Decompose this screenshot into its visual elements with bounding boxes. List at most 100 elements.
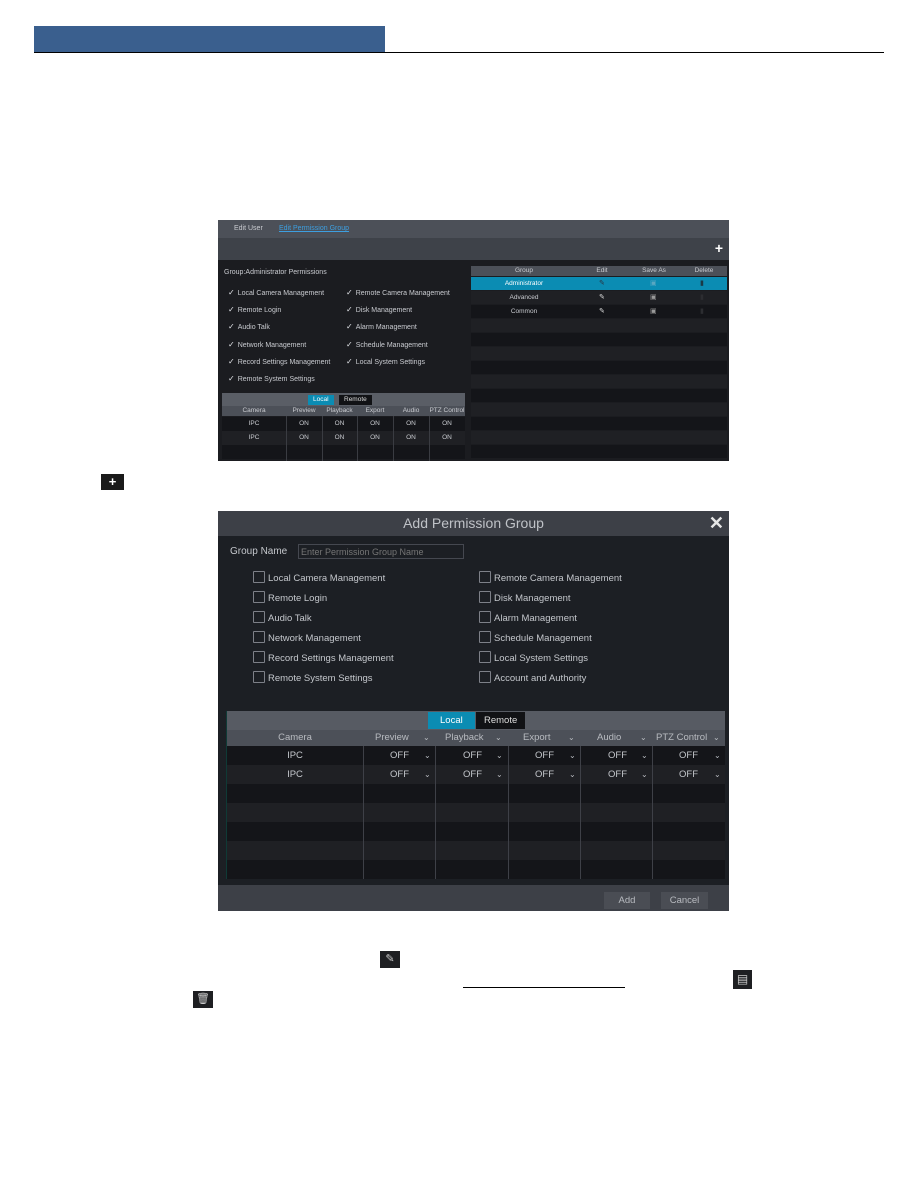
chevron-down-icon[interactable]: ⌄ — [424, 751, 431, 760]
permission-item: ✓ Remote Camera Management — [346, 288, 450, 297]
local-tab[interactable]: Local — [428, 712, 475, 729]
audio-select[interactable]: OFF — [608, 769, 627, 780]
delete-icon[interactable]: ▮ — [700, 307, 704, 315]
chevron-down-icon[interactable]: ⌄ — [568, 733, 575, 742]
chevron-down-icon[interactable]: ⌄ — [640, 733, 647, 742]
save-as-icon[interactable]: ▣ — [650, 293, 657, 301]
chevron-down-icon[interactable]: ⌄ — [496, 770, 503, 779]
dialog-title-bar: Add Permission Group ✕ — [218, 511, 729, 536]
preview-select[interactable]: OFF — [390, 769, 409, 780]
checkbox-icon[interactable] — [479, 591, 491, 603]
group-name-input[interactable] — [298, 544, 464, 559]
chevron-down-icon[interactable]: ⌄ — [423, 733, 430, 742]
checkbox-account-and-authority[interactable]: Account and Authority — [479, 671, 586, 684]
chevron-down-icon[interactable]: ⌄ — [495, 733, 502, 742]
tab-edit-permission-group[interactable]: Edit Permission Group — [279, 225, 349, 232]
checkbox-disk-management[interactable]: Disk Management — [479, 591, 571, 604]
edit-icon[interactable]: ✎ — [599, 307, 605, 315]
ptz-control-select[interactable]: OFF — [679, 769, 698, 780]
checkbox-remote-login[interactable]: Remote Login — [253, 591, 327, 604]
group-row-advanced[interactable]: Advanced ✎ ▣ ▮ — [471, 291, 727, 304]
checkbox-local-camera-management[interactable]: Local Camera Management — [253, 571, 385, 584]
checkbox-local-system-settings[interactable]: Local System Settings — [479, 651, 588, 664]
checkbox-remote-camera-management[interactable]: Remote Camera Management — [479, 571, 622, 584]
export-select[interactable]: OFF — [535, 769, 554, 780]
checkbox-icon[interactable] — [253, 671, 265, 683]
column-header-preview[interactable]: Preview — [375, 732, 409, 743]
column-header: Playback — [326, 407, 353, 414]
checkbox-alarm-management[interactable]: Alarm Management — [479, 611, 577, 624]
chevron-down-icon[interactable]: ⌄ — [569, 751, 576, 760]
audio-select[interactable]: OFF — [608, 750, 627, 761]
checkbox-icon[interactable] — [479, 611, 491, 623]
camera-permission-table: Local Remote Camera Preview ⌄ Playback ⌄… — [226, 711, 725, 879]
plus-icon: + — [101, 474, 124, 490]
checkbox-icon[interactable] — [253, 571, 265, 583]
checkbox-icon[interactable] — [479, 631, 491, 643]
column-header-ptz-control[interactable]: PTZ Control — [656, 732, 707, 743]
chevron-down-icon[interactable]: ⌄ — [713, 733, 720, 742]
permission-item: ✓ Local Camera Management — [228, 288, 325, 297]
preview-select[interactable]: OFF — [390, 750, 409, 761]
playback-select[interactable]: OFF — [463, 750, 482, 761]
checkbox-icon[interactable] — [479, 571, 491, 583]
edit-permission-group-screenshot: Edit User Edit Permission Group + Group:… — [218, 220, 729, 461]
local-tab[interactable]: Local — [308, 395, 334, 405]
camera-permission-table: Local Remote Camera Preview Playback Exp… — [222, 393, 465, 461]
add-button[interactable]: Add — [604, 892, 650, 909]
empty-row — [471, 347, 727, 360]
column-divider — [429, 416, 430, 461]
delete-icon[interactable]: ▮ — [700, 293, 704, 301]
empty-row — [471, 445, 727, 458]
playback-select[interactable]: OFF — [463, 769, 482, 780]
checkbox-icon[interactable] — [253, 631, 265, 643]
column-header: Audio — [402, 407, 420, 414]
chevron-down-icon[interactable]: ⌄ — [424, 770, 431, 779]
close-icon[interactable]: ✕ — [709, 513, 724, 534]
column-header-export[interactable]: Export — [523, 732, 550, 743]
plus-icon[interactable]: + — [715, 240, 723, 256]
permission-item: ✓ Disk Management — [346, 305, 413, 314]
checkbox-icon[interactable] — [253, 591, 265, 603]
group-row-administrator[interactable]: Administrator ✎ ▣ ▮ — [471, 277, 727, 290]
chevron-down-icon[interactable]: ⌄ — [569, 770, 576, 779]
column-divider — [435, 746, 436, 879]
checkbox-audio-talk[interactable]: Audio Talk — [253, 611, 312, 624]
save-as-icon[interactable]: ▣ — [650, 279, 657, 287]
chevron-down-icon[interactable]: ⌄ — [714, 770, 721, 779]
edit-icon[interactable]: ✎ — [599, 279, 605, 287]
chevron-down-icon[interactable]: ⌄ — [641, 770, 648, 779]
delete-icon[interactable]: ▮ — [700, 279, 704, 287]
tab-edit-user[interactable]: Edit User — [234, 225, 263, 232]
edit-icon[interactable]: ✎ — [599, 293, 605, 301]
checkbox-icon[interactable] — [479, 671, 491, 683]
checkbox-icon[interactable] — [479, 651, 491, 663]
column-header-playback[interactable]: Playback — [445, 732, 484, 743]
column-header-audio[interactable]: Audio — [597, 732, 621, 743]
chevron-down-icon[interactable]: ⌄ — [641, 751, 648, 760]
checkbox-remote-system-settings[interactable]: Remote System Settings — [253, 671, 373, 684]
checkbox-icon[interactable] — [253, 651, 265, 663]
chevron-down-icon[interactable]: ⌄ — [714, 751, 721, 760]
add-permission-group-dialog: Add Permission Group ✕ Group Name Local … — [218, 511, 729, 911]
empty-row — [227, 803, 725, 822]
remote-tab[interactable]: Remote — [339, 395, 372, 405]
checkbox-icon[interactable] — [253, 611, 265, 623]
checkbox-network-management[interactable]: Network Management — [253, 631, 361, 644]
chevron-down-icon[interactable]: ⌄ — [496, 751, 503, 760]
remote-tab[interactable]: Remote — [476, 712, 526, 729]
group-row-common[interactable]: Common ✎ ▣ ▮ — [471, 305, 727, 318]
empty-row — [471, 319, 727, 332]
cancel-button[interactable]: Cancel — [661, 892, 708, 909]
permission-item: ✓ Network Management — [228, 340, 307, 349]
ptz-control-select[interactable]: OFF — [679, 750, 698, 761]
save-as-icon[interactable]: ▣ — [650, 307, 657, 315]
check-icon: ✓ — [346, 340, 353, 349]
column-header: Export — [365, 407, 385, 414]
export-select[interactable]: OFF — [535, 750, 554, 761]
local-remote-toggle: Local Remote — [227, 711, 725, 730]
header-rule — [34, 52, 884, 53]
checkbox-schedule-management[interactable]: Schedule Management — [479, 631, 592, 644]
save-as-icon: ▤ — [733, 970, 752, 989]
checkbox-record-settings-management[interactable]: Record Settings Management — [253, 651, 394, 664]
